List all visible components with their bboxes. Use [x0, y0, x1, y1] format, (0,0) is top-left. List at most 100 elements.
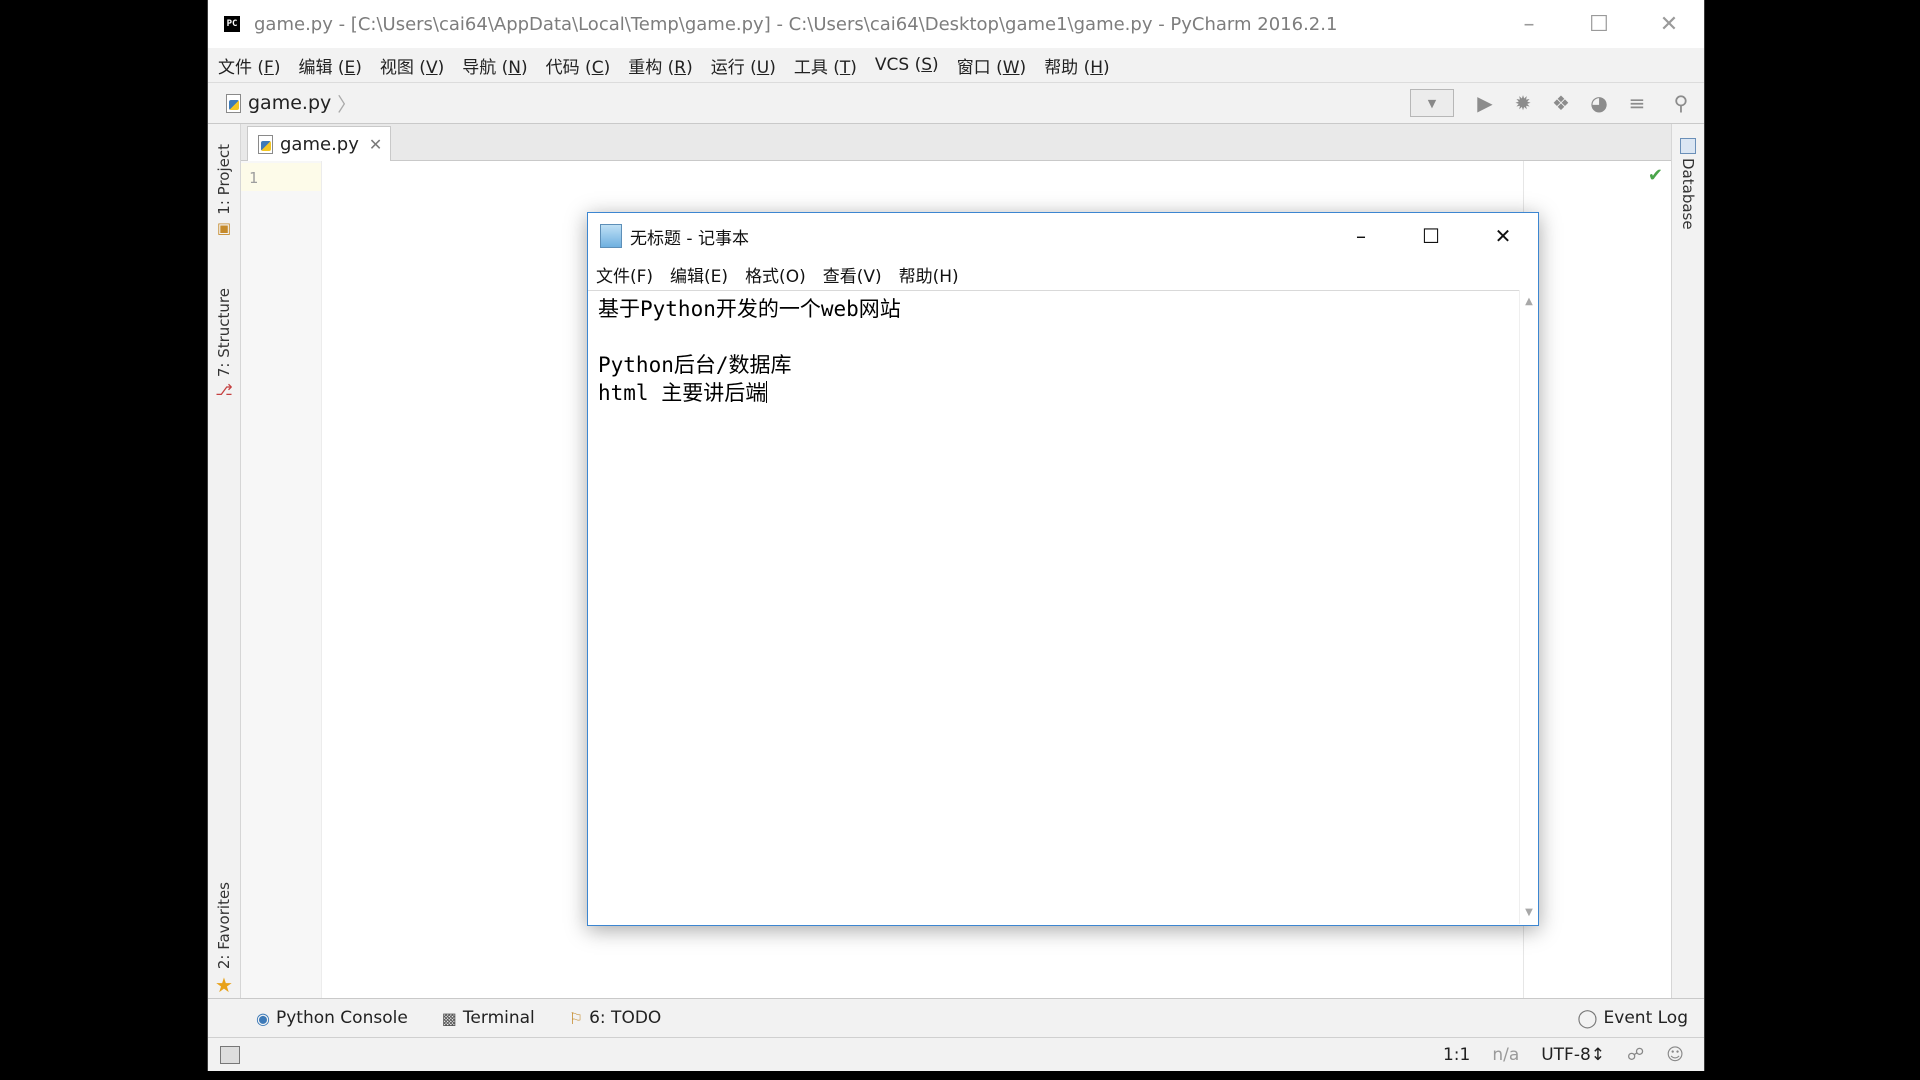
scroll-up-arrow-icon[interactable]: ▲: [1520, 296, 1538, 307]
status-indicators: 1:1 n/a UTF-8↕ ☍ ☺: [1421, 1038, 1684, 1071]
profile-button[interactable]: ◕: [1582, 86, 1616, 120]
menu-navigate[interactable]: 导航 (N): [462, 53, 527, 78]
terminal-button[interactable]: ▩ Terminal: [442, 1008, 535, 1028]
notepad-close-button[interactable]: ✕: [1468, 213, 1538, 259]
bottom-tool-bar: ◉ Python Console ▩ Terminal ⚐ 6: TODO ◯ …: [208, 998, 1704, 1037]
scroll-down-arrow-icon[interactable]: ▼: [1520, 907, 1538, 918]
database-icon: [1680, 138, 1696, 154]
notepad-content: 基于Python开发的一个web网站 Python后台/数据库 html 主要讲…: [598, 295, 901, 407]
structure-icon: ⎇: [215, 381, 233, 400]
search-everywhere-button[interactable]: ⚲: [1664, 86, 1698, 120]
notepad-window: 无标题 - 记事本 – ☐ ✕ 文件(F) 编辑(E) 格式(O) 查看(V) …: [587, 212, 1539, 926]
menu-help[interactable]: 帮助 (H): [1044, 53, 1109, 78]
tab-close-icon[interactable]: ✕: [369, 135, 382, 154]
minimize-button[interactable]: –: [1494, 0, 1564, 48]
todo-icon: ⚐: [568, 1008, 584, 1028]
main-toolbar: ▼ ▶ ✹ ❖ ◕ ≡ ⚲: [1410, 83, 1704, 123]
notepad-minimize-button[interactable]: –: [1326, 213, 1396, 259]
terminal-icon: ▩: [441, 1008, 457, 1028]
line-separator[interactable]: n/a: [1492, 1045, 1519, 1065]
structure-tool-tab[interactable]: 7: Structure ⎇: [208, 288, 240, 399]
text-line: Python后台/数据库: [598, 353, 792, 377]
menu-bar: 文件 (F) 编辑 (E) 视图 (V) 导航 (N) 代码 (C) 重构 (R…: [208, 48, 1704, 83]
editor-tab-bar: game.py ✕: [241, 124, 1671, 161]
chevron-down-icon: ▼: [1427, 96, 1437, 110]
notepad-menu-format[interactable]: 格式(O): [745, 262, 806, 287]
title-bar: PC game.py - [C:\Users\cai64\AppData\Loc…: [208, 0, 1704, 48]
file-encoding[interactable]: UTF-8↕: [1541, 1045, 1605, 1065]
tool-windows-toggle[interactable]: [220, 1045, 240, 1064]
editor-tab-label: game.py: [280, 133, 359, 155]
python-file-icon: [224, 93, 242, 113]
inspector-icon[interactable]: ☺: [1666, 1045, 1684, 1065]
menu-vcs[interactable]: VCS (S): [875, 55, 939, 75]
todo-button[interactable]: ⚐ 6: TODO: [569, 1008, 662, 1028]
build-button[interactable]: ≡: [1620, 86, 1654, 120]
search-icon: ⚲: [1673, 91, 1689, 115]
line-number: 1: [249, 169, 259, 187]
line-gutter: 1: [241, 161, 322, 998]
notepad-maximize-button[interactable]: ☐: [1396, 213, 1466, 259]
notepad-menu-view[interactable]: 查看(V): [823, 262, 882, 287]
menu-tools[interactable]: 工具 (T): [794, 53, 857, 78]
todo-label: 6: TODO: [589, 1008, 662, 1028]
text-caret: [766, 381, 768, 403]
event-log-button[interactable]: ◯ Event Log: [1577, 999, 1688, 1037]
database-tool-tab[interactable]: Database: [1672, 138, 1704, 230]
run-button[interactable]: ▶: [1468, 86, 1502, 120]
notepad-menu-file[interactable]: 文件(F): [596, 262, 653, 287]
python-console-button[interactable]: ◉ Python Console: [256, 1008, 408, 1028]
menu-window[interactable]: 窗口 (W): [957, 53, 1027, 78]
event-log-label: Event Log: [1603, 1008, 1688, 1028]
breadcrumb-file[interactable]: game.py: [248, 92, 331, 114]
pycharm-app-icon: PC: [224, 16, 240, 32]
menu-refactor[interactable]: 重构 (R): [628, 53, 693, 78]
lock-icon[interactable]: ☍: [1627, 1045, 1644, 1065]
notepad-text-area[interactable]: 基于Python开发的一个web网站 Python后台/数据库 html 主要讲…: [588, 290, 1519, 925]
build-icon: ≡: [1628, 91, 1646, 115]
debug-icon: ✹: [1514, 91, 1532, 115]
window-title: game.py - [C:\Users\cai64\AppData\Local\…: [254, 13, 1338, 35]
menu-view[interactable]: 视图 (V): [380, 53, 444, 78]
notepad-icon: [600, 224, 622, 248]
text-line: [598, 323, 901, 351]
chevron-right-icon: 〉: [337, 93, 357, 116]
profile-icon: ◕: [1590, 91, 1608, 115]
event-log-icon: ◯: [1577, 1007, 1598, 1029]
status-bar: 1:1 n/a UTF-8↕ ☍ ☺: [208, 1037, 1704, 1071]
star-icon: ★: [215, 973, 233, 998]
menu-run[interactable]: 运行 (U): [711, 53, 776, 78]
breadcrumb[interactable]: game.py 〉: [224, 90, 356, 117]
text-line: html 主要讲后端: [598, 379, 901, 407]
terminal-label: Terminal: [462, 1008, 535, 1028]
structure-tab-label: 7: Structure: [215, 288, 233, 378]
menu-code[interactable]: 代码 (C): [546, 53, 611, 78]
notepad-menu-help[interactable]: 帮助(H): [899, 262, 959, 287]
menu-file[interactable]: 文件 (F): [218, 53, 280, 78]
project-tool-tab[interactable]: 1: Project ▣: [208, 144, 240, 237]
notepad-menu-edit[interactable]: 编辑(E): [670, 262, 728, 287]
project-tab-label: 1: Project: [215, 144, 233, 215]
right-tool-strip: Database: [1671, 124, 1704, 998]
notepad-menu-bar: 文件(F) 编辑(E) 格式(O) 查看(V) 帮助(H): [588, 259, 1538, 289]
navigation-bar: game.py 〉 ▼ ▶ ✹ ❖ ◕ ≡ ⚲: [208, 83, 1704, 124]
favorites-tool-tab[interactable]: 2: Favorites ★: [208, 882, 240, 997]
run-config-dropdown[interactable]: ▼: [1410, 89, 1454, 117]
menu-edit[interactable]: 编辑 (E): [298, 53, 361, 78]
favorites-tab-label: 2: Favorites: [215, 882, 233, 970]
python-file-icon: [256, 134, 274, 154]
notepad-title: 无标题 - 记事本: [630, 228, 749, 249]
maximize-button[interactable]: ☐: [1564, 0, 1634, 48]
left-tool-strip: 1: Project ▣ 7: Structure ⎇ 2: Favorites…: [208, 124, 241, 998]
debug-button[interactable]: ✹: [1506, 86, 1540, 120]
check-icon: ✔: [1647, 165, 1663, 186]
editor-tab-game-py[interactable]: game.py ✕: [247, 126, 392, 161]
coverage-icon: ❖: [1552, 91, 1570, 115]
caret-position[interactable]: 1:1: [1443, 1045, 1470, 1065]
notepad-scrollbar[interactable]: ▲ ▼: [1519, 290, 1538, 924]
coverage-button[interactable]: ❖: [1544, 86, 1578, 120]
database-tab-label: Database: [1679, 158, 1697, 230]
notepad-title-bar: 无标题 - 记事本 – ☐ ✕: [588, 213, 1538, 259]
close-button[interactable]: ✕: [1634, 0, 1704, 48]
text-line-content: html 主要讲后端: [598, 381, 767, 405]
